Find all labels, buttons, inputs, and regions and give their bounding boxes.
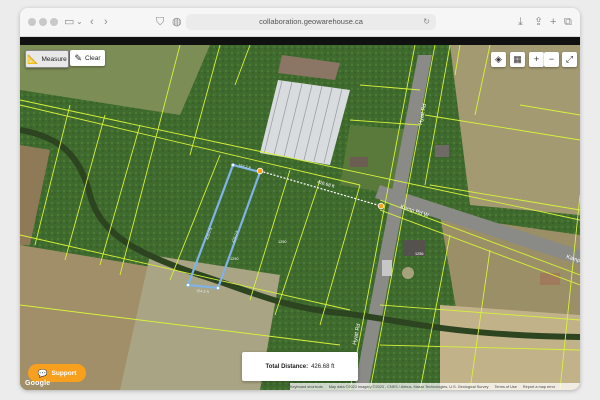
- tab-overview-icon[interactable]: ⧉: [564, 14, 572, 30]
- zoom-window-button[interactable]: [50, 18, 58, 26]
- layers-button[interactable]: ◈: [491, 52, 506, 67]
- terms-link[interactable]: Terms of Use: [495, 385, 517, 389]
- map-type-button[interactable]: ▦: [510, 52, 525, 67]
- chevron-down-icon[interactable]: ⌄: [76, 14, 83, 30]
- new-tab-icon[interactable]: +: [550, 14, 556, 30]
- measure-label: Measure: [41, 55, 67, 63]
- close-window-button[interactable]: [28, 18, 36, 26]
- address-bar[interactable]: collaboration.geowarehouse.ca ↻: [186, 14, 436, 30]
- keyboard-shortcuts-link[interactable]: Keyboard shortcuts: [290, 385, 323, 389]
- layers-icon: ◈: [495, 54, 502, 64]
- ruler-icon: 📐: [27, 53, 39, 64]
- total-distance-label: Total Distance:: [265, 363, 309, 370]
- reload-icon[interactable]: ↻: [423, 14, 430, 30]
- back-icon[interactable]: ‹: [90, 14, 94, 30]
- shield-icon[interactable]: ⛉: [156, 14, 164, 30]
- clear-button[interactable]: ✎ Clear: [70, 50, 105, 66]
- google-logo: Google: [25, 380, 51, 387]
- url-text: collaboration.geowarehouse.ca: [259, 17, 363, 26]
- parcel-label: 1256: [415, 252, 423, 256]
- fullscreen-icon: ⤢: [565, 54, 574, 64]
- map-attribution: Keyboard shortcuts Map data ©2023 Imager…: [290, 383, 580, 390]
- download-icon[interactable]: ⤓: [518, 14, 523, 30]
- report-error-link[interactable]: Report a map error: [523, 385, 555, 389]
- parcel-label: 1290: [230, 257, 238, 261]
- map-canvas[interactable]: Hyatt Rd Hyatt Rd Kamp Rd W Kamp Rd 426.…: [20, 45, 580, 390]
- measure-end-point[interactable]: [377, 202, 385, 210]
- sidebar-icon[interactable]: ▭: [64, 14, 74, 30]
- forward-icon[interactable]: ›: [104, 14, 108, 30]
- map-data-text: Map data ©2023 Imagery ©2023 , CNES / Ai…: [328, 384, 489, 389]
- zoom-out-button[interactable]: −: [544, 52, 559, 67]
- measure-start-point[interactable]: [256, 167, 264, 175]
- support-label: Support: [51, 369, 77, 377]
- app-header-bar: [20, 37, 580, 45]
- satellite-map[interactable]: Hyatt Rd Hyatt Rd Kamp Rd W Kamp Rd 426.…: [20, 45, 580, 390]
- eraser-icon: ✎: [74, 52, 82, 63]
- parcel-label: 1290: [278, 240, 286, 244]
- share-icon[interactable]: ⇪: [534, 14, 543, 30]
- clear-label: Clear: [85, 54, 101, 62]
- minimize-window-button[interactable]: [39, 18, 47, 26]
- measure-button[interactable]: 📐 Measure: [25, 50, 69, 68]
- fullscreen-button[interactable]: ⤢: [562, 52, 577, 67]
- globe-icon[interactable]: ◍: [172, 14, 182, 30]
- total-distance-panel: Total Distance: 426.68 ft: [242, 352, 358, 381]
- browser-window: ▭ ⌄ ‹ › ⛉ ◍ collaboration.geowarehouse.c…: [20, 8, 580, 390]
- chat-icon: 💬: [37, 368, 48, 378]
- map-icon: ▦: [513, 54, 522, 64]
- total-distance-value: 426.68 ft: [311, 363, 335, 370]
- browser-toolbar: ▭ ⌄ ‹ › ⛉ ◍ collaboration.geowarehouse.c…: [20, 8, 580, 37]
- zoom-in-button[interactable]: +: [529, 52, 544, 67]
